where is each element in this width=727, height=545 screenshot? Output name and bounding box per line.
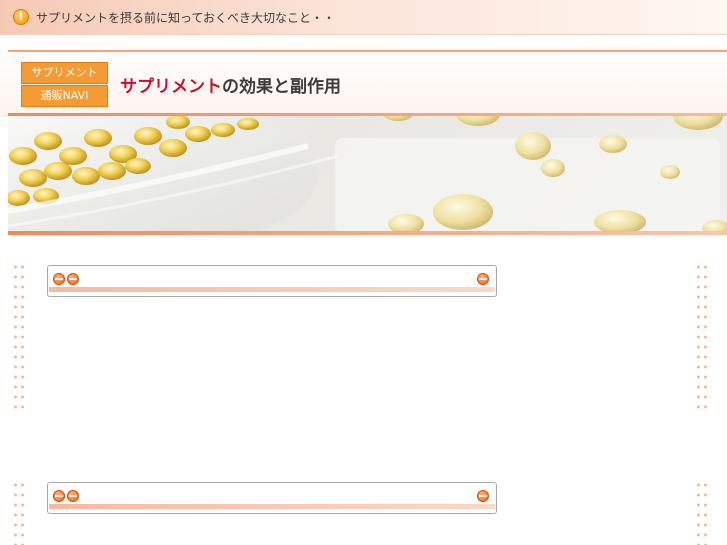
content-panel-1 xyxy=(47,265,497,297)
panel-stripe xyxy=(49,287,495,292)
site-title-highlight: サプリメント xyxy=(120,77,222,97)
panel-stripe xyxy=(49,504,495,509)
site-title[interactable]: サプリメントの効果と副作用 xyxy=(120,72,341,97)
orange-orb-icon xyxy=(477,273,489,285)
top-notice-text[interactable]: サプリメントを摂る前に知っておくべき大切なこと・・ xyxy=(36,9,335,26)
orange-orb-icon xyxy=(53,273,65,285)
top-notice-bar: ! サプリメントを摂る前に知っておくべき大切なこと・・ xyxy=(0,0,727,34)
hero-capsules-image xyxy=(8,116,727,233)
orange-orb-icon xyxy=(67,490,79,502)
orange-orb-icon xyxy=(53,490,65,502)
capsules-illustration xyxy=(8,116,727,233)
content-panel-2 xyxy=(47,482,497,514)
header-divider xyxy=(8,50,727,52)
right-dots-decoration-1 xyxy=(695,262,709,412)
orange-orb-icon xyxy=(67,273,79,285)
right-dots-decoration-2 xyxy=(695,480,709,545)
hero-bottom-border xyxy=(8,231,727,235)
site-logo-badge-bottom[interactable]: 通販NAVI xyxy=(21,85,108,107)
left-dots-decoration-1 xyxy=(12,262,26,412)
left-dots-decoration-2 xyxy=(12,480,26,545)
orange-orb-icon xyxy=(477,490,489,502)
site-header: サプリメント 通販NAVI サプリメントの効果と副作用 xyxy=(0,34,727,117)
site-title-rest: の効果と副作用 xyxy=(222,77,341,97)
alert-icon: ! xyxy=(13,9,29,25)
site-logo-badge-top[interactable]: サプリメント xyxy=(21,62,108,84)
